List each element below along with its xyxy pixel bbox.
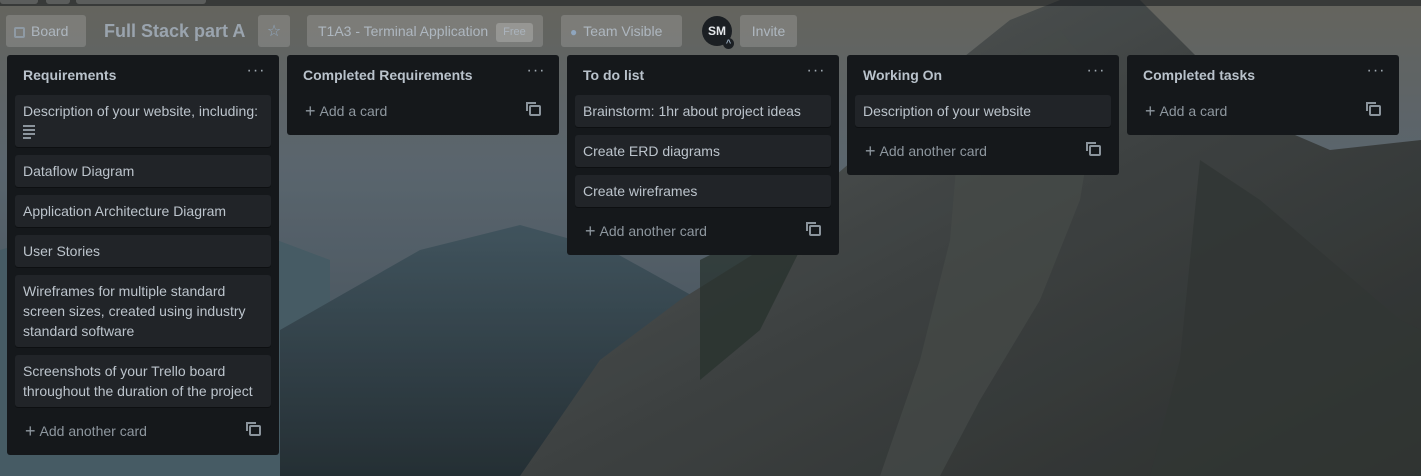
card[interactable]: Application Architecture Diagram <box>15 195 271 227</box>
member-avatar[interactable]: SM ^ <box>702 16 734 49</box>
card-title: Create ERD diagrams <box>583 143 720 159</box>
card-title: Wireframes for multiple standard screen … <box>23 283 246 339</box>
card[interactable]: Description of your website <box>855 95 1111 127</box>
board-view-button[interactable]: Board <box>6 15 86 47</box>
ellipsis-icon[interactable]: ··· <box>1085 63 1107 83</box>
card-title: Screenshots of your Trello board through… <box>23 363 253 399</box>
ellipsis-icon[interactable]: ··· <box>245 63 267 83</box>
card-title: Create wireframes <box>583 183 698 199</box>
list-header[interactable]: To do list ··· <box>575 55 831 95</box>
description-icon <box>23 125 35 139</box>
card-title: Description of your website, including: <box>23 103 259 119</box>
card-title: Description of your website <box>863 103 1032 119</box>
add-card-button[interactable]: + Add another card <box>575 215 831 247</box>
list-title[interactable]: Completed Requirements <box>303 67 473 83</box>
list-header[interactable]: Requirements ··· <box>15 55 271 95</box>
invite-button[interactable]: Invite <box>740 15 797 47</box>
workspace-button[interactable]: T1A3 - Terminal Application Free <box>307 15 543 47</box>
list: Working On ··· Description of your website… <box>847 55 1119 175</box>
workspace-name: T1A3 - Terminal Application <box>318 23 489 39</box>
card[interactable]: Dataflow Diagram <box>15 155 271 187</box>
star-button[interactable]: ☆ <box>258 15 290 47</box>
team-icon: ● <box>570 25 578 39</box>
plus-icon: + <box>865 141 876 161</box>
list-title[interactable]: Completed tasks <box>1143 67 1255 83</box>
card[interactable]: Screenshots of your Trello board through… <box>15 355 271 407</box>
list: To do list ··· Brainstorm: 1hr about proje… <box>567 55 839 255</box>
ellipsis-icon[interactable]: ··· <box>805 63 827 83</box>
add-card-button[interactable]: + Add another card <box>855 135 1111 167</box>
ellipsis-icon[interactable]: ··· <box>525 63 547 83</box>
add-card-button[interactable]: + Add a card <box>295 95 551 127</box>
card-title: Application Architecture Diagram <box>23 203 227 219</box>
list: Completed tasks ··· + Add a card <box>1127 55 1399 135</box>
list-header[interactable]: Working On ··· <box>855 55 1111 95</box>
card[interactable]: Create wireframes <box>575 175 831 207</box>
card[interactable]: Create ERD diagrams <box>575 135 831 167</box>
header-button-fragment[interactable] <box>76 0 206 4</box>
card-title: User Stories <box>23 243 101 259</box>
board-header: Board Full Stack part A ☆ T1A3 - Termina… <box>0 13 1421 49</box>
card-template-icon[interactable] <box>526 102 541 116</box>
list-title[interactable]: Requirements <box>23 67 116 83</box>
avatar-initials: SM <box>708 24 726 38</box>
card[interactable]: Description of your website, including: <box>15 95 271 147</box>
free-badge: Free <box>496 23 533 42</box>
list: Completed Requirements ··· + Add a card <box>287 55 559 135</box>
card-template-icon[interactable] <box>806 222 821 236</box>
add-card-button[interactable]: + Add a card <box>1135 95 1391 127</box>
card-title: Brainstorm: 1hr about project ideas <box>583 103 801 119</box>
visibility-button[interactable]: ● Team Visible <box>561 15 682 47</box>
plus-icon: + <box>1145 101 1156 121</box>
add-card-label: Add another card <box>599 223 707 239</box>
list: Requirements ··· Description of your websi… <box>7 55 279 455</box>
card-title: Dataflow Diagram <box>23 163 135 179</box>
invite-label: Invite <box>751 23 786 39</box>
plus-icon: + <box>305 101 316 121</box>
header-button-fragment[interactable] <box>0 0 38 4</box>
header-button-fragment[interactable] <box>46 0 70 4</box>
ellipsis-icon[interactable]: ··· <box>1365 63 1387 83</box>
card[interactable]: User Stories <box>15 235 271 267</box>
card[interactable]: Wireframes for multiple standard screen … <box>15 275 271 347</box>
board-icon <box>14 27 25 38</box>
board-view-label: Board <box>31 23 69 39</box>
star-icon: ☆ <box>266 23 282 40</box>
board-title[interactable]: Full Stack part A <box>104 13 245 49</box>
card-template-icon[interactable] <box>246 422 261 436</box>
top-header-strip <box>0 0 1421 6</box>
add-card-label: Add another card <box>39 423 147 439</box>
list-title[interactable]: Working On <box>863 67 942 83</box>
list-title[interactable]: To do list <box>583 67 644 83</box>
admin-chevron-icon: ^ <box>723 38 734 49</box>
plus-icon: + <box>585 221 596 241</box>
add-card-label: Add a card <box>319 103 388 119</box>
add-card-button[interactable]: + Add another card <box>15 415 271 447</box>
add-card-label: Add a card <box>1159 103 1228 119</box>
card-template-icon[interactable] <box>1086 142 1101 156</box>
list-header[interactable]: Completed Requirements ··· <box>295 55 551 95</box>
card-template-icon[interactable] <box>1366 102 1381 116</box>
visibility-label: Team Visible <box>583 23 663 39</box>
card[interactable]: Brainstorm: 1hr about project ideas <box>575 95 831 127</box>
list-header[interactable]: Completed tasks ··· <box>1135 55 1391 95</box>
add-card-label: Add another card <box>879 143 987 159</box>
plus-icon: + <box>25 421 36 441</box>
